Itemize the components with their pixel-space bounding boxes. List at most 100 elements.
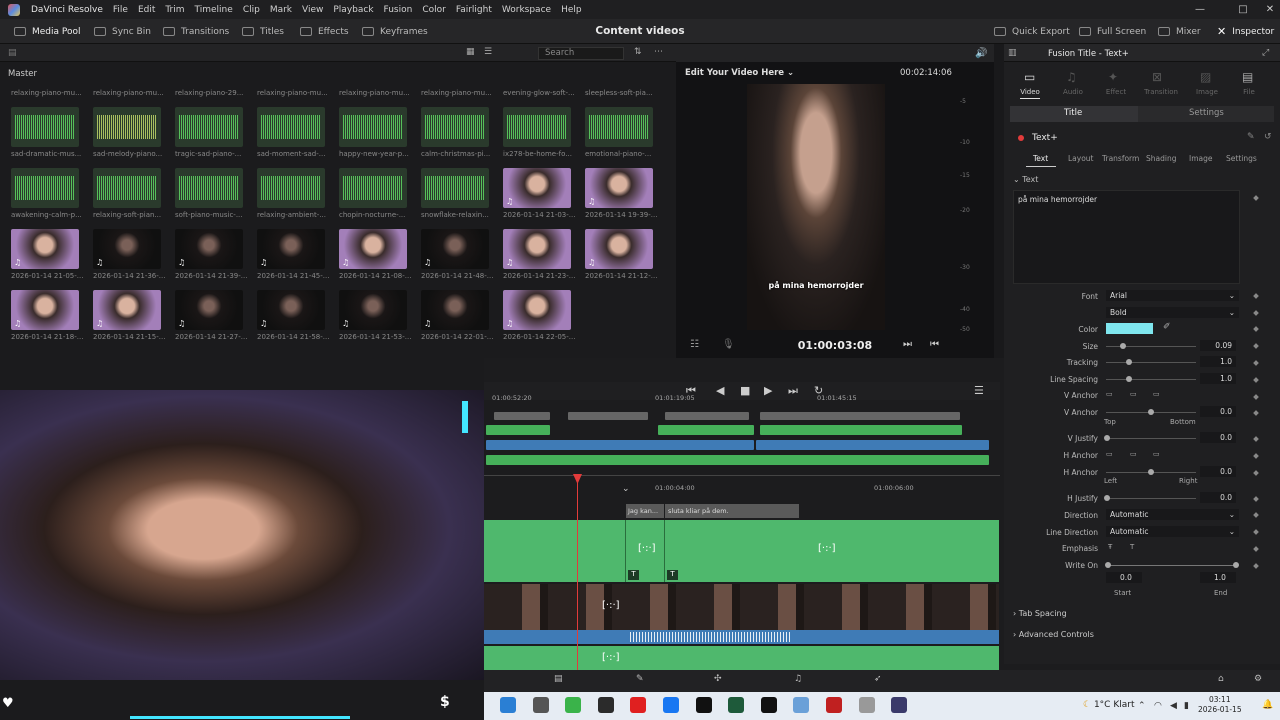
tiktok-icon[interactable] <box>695 697 712 713</box>
dual-view-icon[interactable]: ▥ <box>1008 48 1017 58</box>
tab-file[interactable]: File <box>1229 88 1269 96</box>
direction-select[interactable]: Automatic ⌄ <box>1106 509 1239 520</box>
overview-audio-track[interactable] <box>756 440 989 450</box>
settings-gear-icon[interactable]: ⚙ <box>1254 674 1262 684</box>
video-clip-thumbnail[interactable]: ♫ <box>421 229 489 269</box>
audio-clip-thumbnail[interactable] <box>503 107 571 147</box>
audio-clip-thumbnail[interactable] <box>175 107 243 147</box>
tracking-slider-handle[interactable] <box>1126 359 1132 365</box>
menu-timeline[interactable]: Timeline <box>190 5 238 15</box>
align-bottom-icon[interactable]: ▭ <box>1153 390 1160 398</box>
inspector-button[interactable]: ✕ Inspector <box>1217 19 1274 44</box>
subtitle-clip[interactable]: Jag kan... <box>626 504 664 518</box>
menu-file[interactable]: File <box>108 5 133 15</box>
video-clip-thumbnail[interactable]: ♫ <box>175 229 243 269</box>
overview-clip[interactable] <box>494 412 550 420</box>
edge-icon[interactable] <box>500 697 516 713</box>
overview-clip[interactable] <box>568 412 648 420</box>
subtab-settings[interactable]: Settings <box>1226 154 1257 163</box>
panel-toggle-icon[interactable]: ▤ <box>8 48 17 58</box>
subtab-layout[interactable]: Layout <box>1068 154 1094 163</box>
viewer-options-icon[interactable]: ☷ <box>690 339 699 350</box>
size-slider-handle[interactable] <box>1120 343 1126 349</box>
tab-video[interactable]: Video <box>1010 88 1050 99</box>
menu-fairlight[interactable]: Fairlight <box>451 5 497 15</box>
strikethrough-icon[interactable]: Ŧ <box>1108 543 1112 551</box>
stop-icon[interactable]: ■ <box>740 384 750 397</box>
line-spacing-value[interactable]: 1.0 <box>1200 373 1236 384</box>
music-track[interactable] <box>484 646 999 670</box>
menu-workspace[interactable]: Workspace <box>497 5 556 15</box>
subtab-shading[interactable]: Shading <box>1146 154 1176 163</box>
h-anchor-value[interactable]: 0.0 <box>1200 466 1236 477</box>
video-clip-thumbnail[interactable]: ♫ <box>339 290 407 330</box>
video-clip-thumbnail[interactable]: ♫ <box>503 229 571 269</box>
menu-mark[interactable]: Mark <box>265 5 297 15</box>
text-input[interactable]: på mina hemorrojder <box>1013 190 1240 284</box>
write-on-start-value[interactable]: 0.0 <box>1106 572 1142 583</box>
v-justify-slider-handle[interactable] <box>1104 435 1110 441</box>
video-clip-thumbnail[interactable]: ♫ <box>503 290 571 330</box>
transition-tab-icon[interactable]: ⊠ <box>1152 70 1162 84</box>
advanced-controls-section[interactable]: › Advanced Controls <box>1013 630 1094 639</box>
write-on-end-value[interactable]: 1.0 <box>1200 572 1236 583</box>
weather-widget[interactable]: ☾ 1°C Klart <box>1083 700 1134 710</box>
menu-edit[interactable]: Edit <box>133 5 160 15</box>
video-clip-thumbnail[interactable]: ♫ <box>585 168 653 208</box>
audio-clip-thumbnail[interactable] <box>257 168 325 208</box>
audio-tab-icon[interactable]: ♫ <box>1066 70 1077 84</box>
titles-button[interactable]: Titles <box>242 19 284 44</box>
list-view-icon[interactable]: ☰ <box>484 47 492 57</box>
more-options-icon[interactable]: ⋯ <box>654 47 663 57</box>
underline-icon[interactable]: T <box>1130 543 1134 551</box>
tray-chevron-icon[interactable]: ⌃ <box>1138 701 1146 711</box>
audio-clip-thumbnail[interactable] <box>11 168 79 208</box>
title-track[interactable] <box>484 520 999 582</box>
style-select[interactable]: Bold ⌄ <box>1106 307 1239 318</box>
write-on-slider[interactable] <box>1108 565 1236 566</box>
subtab-text[interactable]: Text <box>1033 154 1048 163</box>
h-anchor-slider-handle[interactable] <box>1148 469 1154 475</box>
h-justify-slider[interactable] <box>1106 498 1196 499</box>
audio-clip-thumbnail[interactable] <box>421 168 489 208</box>
playhead[interactable] <box>577 474 578 670</box>
align-middle-icon[interactable]: ▭ <box>1130 390 1137 398</box>
audio-clip-thumbnail[interactable] <box>339 168 407 208</box>
overview-music-track[interactable] <box>486 455 989 465</box>
subtitle-clip[interactable]: sluta kliar på dem. <box>665 504 799 518</box>
youtube-icon[interactable] <box>630 697 647 713</box>
audio-clip-thumbnail[interactable] <box>175 168 243 208</box>
maximize-icon[interactable]: □ <box>1228 0 1258 19</box>
app-icon[interactable] <box>597 697 614 713</box>
chrome-icon[interactable] <box>565 697 582 713</box>
video-clip-thumbnail[interactable]: ♫ <box>503 168 571 208</box>
align-top-icon[interactable]: ▭ <box>1106 390 1113 398</box>
subtab-image[interactable]: Image <box>1189 154 1213 163</box>
notification-icon[interactable]: 🔔 <box>1262 700 1273 710</box>
h-justify-slider-handle[interactable] <box>1104 495 1110 501</box>
video-clip-thumbnail[interactable]: ♫ <box>93 290 161 330</box>
menu-playback[interactable]: Playback <box>328 5 378 15</box>
app-icon[interactable] <box>532 697 549 713</box>
fusion-page-icon[interactable]: ✣ <box>714 674 722 684</box>
reset-icon[interactable]: ↺ <box>1264 132 1272 142</box>
prev-edit-icon[interactable]: ⏮ <box>930 339 939 350</box>
timeline-menu-icon[interactable]: ☰ <box>974 384 984 397</box>
video-track[interactable] <box>484 584 999 630</box>
tab-settings[interactable]: Settings <box>1189 108 1224 118</box>
image-tab-icon[interactable]: ▨ <box>1200 70 1211 84</box>
text-section-header[interactable]: ⌄ Text <box>1013 175 1038 184</box>
overview-clip[interactable] <box>665 412 749 420</box>
fairlight-page-icon[interactable]: ♫ <box>794 674 802 684</box>
x-icon[interactable] <box>760 697 777 713</box>
full-screen-button[interactable]: Full Screen <box>1079 19 1146 44</box>
subtab-transform[interactable]: Transform <box>1102 154 1139 163</box>
app-icon[interactable] <box>858 697 875 713</box>
clock[interactable]: 03:11 2026-01-15 <box>1198 695 1242 715</box>
audio-clip-thumbnail[interactable] <box>585 107 653 147</box>
keyframes-button[interactable]: Keyframes <box>362 19 428 44</box>
audio-clip-thumbnail[interactable] <box>93 107 161 147</box>
cut-page-icon[interactable]: ▤ <box>554 674 563 684</box>
line-spacing-slider-handle[interactable] <box>1126 376 1132 382</box>
minimize-icon[interactable]: — <box>1185 0 1215 19</box>
